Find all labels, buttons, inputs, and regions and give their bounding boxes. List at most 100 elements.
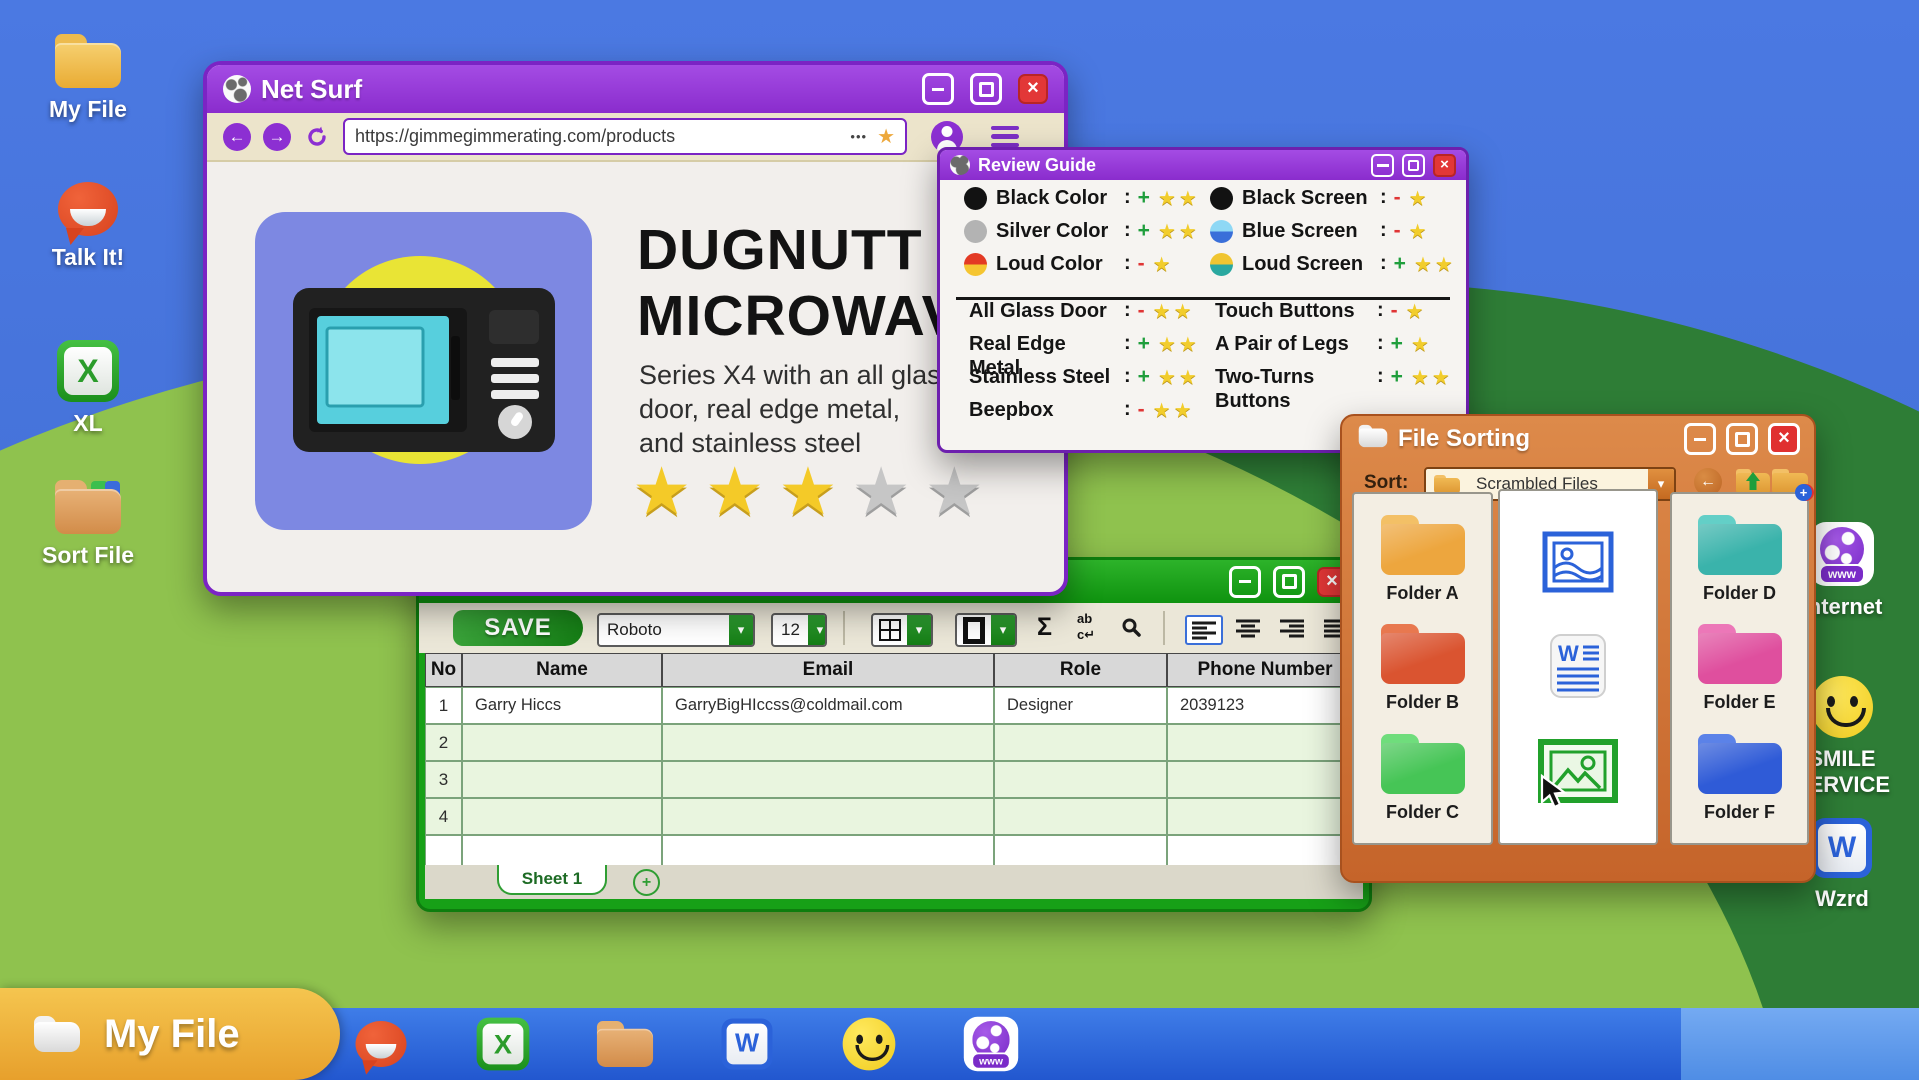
- maximize-button[interactable]: [970, 73, 1002, 105]
- doc-word-file-icon[interactable]: W: [1549, 633, 1607, 699]
- minimize-button[interactable]: [1229, 566, 1261, 598]
- close-button[interactable]: [1433, 154, 1456, 177]
- fill-select[interactable]: ▾: [955, 613, 1017, 647]
- start-button[interactable]: My File: [0, 988, 340, 1080]
- folder-item-folder-f[interactable]: Folder F: [1698, 734, 1782, 823]
- rating-star-icon: ★: [778, 454, 851, 528]
- chevron-down-icon[interactable]: ▾: [907, 615, 931, 645]
- review-guide-titlebar[interactable]: Review Guide: [940, 150, 1466, 180]
- sheet-tab[interactable]: Sheet 1: [497, 865, 607, 895]
- sum-button[interactable]: Σ: [1037, 613, 1052, 642]
- taskbar-item-globe-www[interactable]: www: [962, 1015, 1020, 1073]
- maximize-button[interactable]: [1402, 154, 1425, 177]
- save-button[interactable]: SAVE: [453, 610, 583, 646]
- table-cell[interactable]: [1167, 724, 1363, 761]
- review-row: Black Color:+★★: [964, 186, 1200, 211]
- desktop-icon-xl[interactable]: XL: [36, 340, 140, 436]
- table-cell[interactable]: 3: [425, 761, 462, 798]
- maximize-button[interactable]: [1273, 566, 1305, 598]
- review-item-label: Loud Color: [996, 252, 1122, 276]
- table-cell[interactable]: [462, 761, 662, 798]
- table-cell[interactable]: 1: [425, 687, 462, 724]
- review-item-label: Two-Turns Buttons: [1215, 365, 1375, 413]
- chevron-down-icon[interactable]: ▾: [808, 615, 827, 645]
- close-button[interactable]: [1018, 74, 1048, 104]
- review-row: Blue Screen:-★: [1210, 219, 1430, 244]
- folder-panel-left: Folder A Folder B Folder C: [1352, 492, 1493, 845]
- microwave-illustration: [293, 288, 555, 452]
- table-cell[interactable]: [662, 798, 994, 835]
- taskbar-item-xl[interactable]: [474, 1015, 532, 1073]
- font-select[interactable]: Roboto ▾: [597, 613, 755, 647]
- chevron-down-icon[interactable]: ▾: [729, 615, 753, 645]
- minimize-button[interactable]: [1371, 154, 1394, 177]
- align-left-button[interactable]: [1185, 615, 1223, 645]
- url-text: https://gimmegimmerating.com/products: [355, 126, 840, 147]
- chevron-down-icon[interactable]: ▾: [991, 615, 1015, 645]
- table-cell[interactable]: GarryBigHIccss@coldmail.com: [662, 687, 994, 724]
- mouse-cursor: [1539, 774, 1567, 810]
- table-cell[interactable]: [462, 798, 662, 835]
- folder-icon: [34, 1016, 80, 1052]
- folder-icon: [1698, 734, 1782, 794]
- www-label: www: [1819, 564, 1865, 584]
- desktop-icon-talk-it-[interactable]: Talk It!: [36, 182, 140, 270]
- folder-icon: [1698, 515, 1782, 575]
- desktop-icon-sort-file[interactable]: Sort File: [36, 480, 140, 568]
- url-menu-dots[interactable]: •••: [850, 129, 867, 144]
- add-sheet-button[interactable]: +: [633, 869, 660, 896]
- wrap-text-button[interactable]: ab c↵: [1077, 611, 1095, 643]
- folder-item-folder-d[interactable]: Folder D: [1698, 515, 1782, 604]
- taskbar-item-folder-tan[interactable]: [596, 1015, 654, 1073]
- taskbar-item-word[interactable]: [718, 1015, 776, 1073]
- align-right-button[interactable]: [1275, 615, 1309, 641]
- folder-item-folder-b[interactable]: Folder B: [1381, 624, 1465, 713]
- taskbar-item-smiley[interactable]: [840, 1015, 898, 1073]
- close-button[interactable]: [1768, 423, 1800, 455]
- table-cell[interactable]: 2: [425, 724, 462, 761]
- folder-icon: [1434, 475, 1460, 494]
- taskbar-tray[interactable]: [1681, 1008, 1919, 1080]
- table-cell[interactable]: [662, 761, 994, 798]
- forward-button[interactable]: →: [263, 123, 291, 151]
- review-sign: +: [1391, 332, 1403, 356]
- review-row: Loud Screen:+★★: [1210, 252, 1456, 277]
- file-sorting-titlebar[interactable]: File Sorting: [1342, 416, 1814, 462]
- menu-icon[interactable]: [991, 126, 1019, 148]
- browser-titlebar[interactable]: Net Surf: [207, 65, 1064, 113]
- table-cell[interactable]: [994, 798, 1167, 835]
- borders-select[interactable]: ▾: [871, 613, 933, 647]
- bookmark-star-icon[interactable]: ★: [877, 124, 895, 149]
- table-cell[interactable]: Designer: [994, 687, 1167, 724]
- review-item-label: Black Screen: [1242, 186, 1378, 210]
- table-cell[interactable]: [1167, 761, 1363, 798]
- folder-item-folder-e[interactable]: Folder E: [1698, 624, 1782, 713]
- table-cell[interactable]: 2039123: [1167, 687, 1363, 724]
- folder-item-folder-a[interactable]: Folder A: [1381, 515, 1465, 604]
- table-cell[interactable]: [662, 724, 994, 761]
- taskbar-item-chat[interactable]: [352, 1015, 410, 1073]
- image-blue-file-icon[interactable]: [1542, 531, 1614, 593]
- rating-star-icon: ★: [925, 454, 998, 528]
- align-center-button[interactable]: [1231, 615, 1265, 641]
- table-cell[interactable]: Garry Hiccs: [462, 687, 662, 724]
- table-cell[interactable]: [994, 724, 1167, 761]
- back-button[interactable]: ←: [223, 123, 251, 151]
- folder-item-folder-c[interactable]: Folder C: [1381, 734, 1465, 823]
- search-icon[interactable]: [1121, 617, 1141, 642]
- refresh-button[interactable]: [303, 123, 331, 151]
- desktop-icon-my-file[interactable]: My File: [36, 34, 140, 122]
- table-cell[interactable]: [994, 761, 1167, 798]
- minimize-button[interactable]: [1684, 423, 1716, 455]
- table-cell[interactable]: [462, 724, 662, 761]
- font-size-select[interactable]: 12 ▾: [771, 613, 827, 647]
- maximize-button[interactable]: [1726, 423, 1758, 455]
- table-cell[interactable]: 4: [425, 798, 462, 835]
- table-cell[interactable]: [1167, 798, 1363, 835]
- review-item-label: Stainless Steel: [969, 365, 1122, 389]
- minimize-button[interactable]: [922, 73, 954, 105]
- review-stars: ★★: [1158, 186, 1200, 211]
- rating-star-icon: ★: [632, 454, 705, 528]
- review-row: Beepbox:-★★: [969, 398, 1195, 423]
- url-bar[interactable]: https://gimmegimmerating.com/products ••…: [343, 118, 907, 155]
